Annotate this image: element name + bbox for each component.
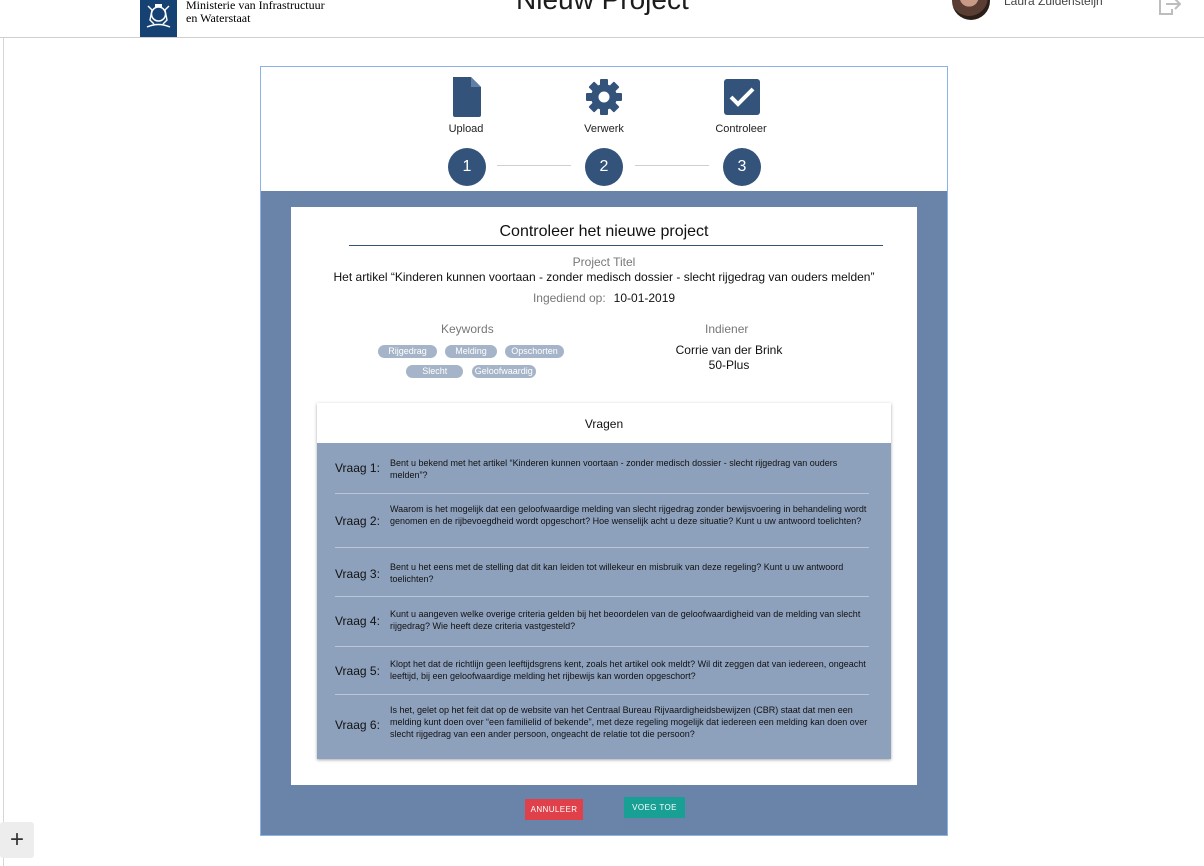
question-row[interactable]: Vraag 4: Kunt u aangeven welke overige c…	[335, 597, 869, 647]
review-title: Controleer het nieuwe project	[499, 223, 709, 240]
submitter-org: 50-Plus	[708, 358, 750, 372]
questions-header: Vragen	[317, 403, 891, 443]
review-card: Controleer het nieuwe project Project Ti…	[291, 207, 917, 785]
user-name: Laura Zuidensteijn	[1004, 0, 1103, 8]
step-circle-1[interactable]: 1	[448, 148, 486, 186]
app-header: Ministerie van Infrastructuur en Waterst…	[0, 0, 1204, 38]
question-text: Kunt u aangeven welke overige criteria g…	[390, 609, 861, 631]
question-text: Is het, gelet op het feit dat op de webs…	[390, 705, 868, 739]
rijksoverheid-logo[interactable]	[140, 0, 177, 37]
question-number: Vraag 4:	[335, 614, 380, 628]
keyword-chip[interactable]: Geloofwaardig	[471, 365, 536, 378]
ministry-line-2: en Waterstaat	[186, 11, 251, 25]
wizard-stepper: Upload 1 Verwerk 2 Controleer 3	[261, 67, 947, 191]
keyword-chip[interactable]: Slecht	[406, 365, 464, 378]
question-text: Bent u het eens met de stelling dat dit …	[390, 562, 844, 584]
submitter-info: Corrie van der Brink 50-Plus	[661, 343, 797, 373]
add-fab-button[interactable]: +	[0, 822, 34, 858]
question-number: Vraag 5:	[335, 664, 380, 678]
submitted-label: Ingediend op:	[532, 291, 606, 305]
keyword-chip[interactable]: Rijgedrag	[378, 345, 437, 358]
step-connector	[635, 165, 709, 166]
step-connector	[497, 165, 571, 166]
question-number: Vraag 2:	[335, 514, 380, 528]
title-divider	[349, 245, 883, 246]
project-title-value: Het artikel “Kinderen kunnen voortaan - …	[333, 270, 875, 284]
step-label-controleer: Controleer	[715, 123, 767, 135]
submitter-name: Corrie van der Brink	[675, 343, 783, 357]
question-number: Vraag 1:	[335, 461, 380, 475]
step-circle-2[interactable]: 2	[585, 148, 623, 186]
submitted-date: 10-01-2019	[613, 291, 676, 305]
submitter-label: Indiener	[705, 322, 749, 336]
coat-of-arms-icon	[146, 4, 171, 28]
question-row[interactable]: Vraag 6: Is het, gelet op het feit dat o…	[335, 695, 869, 759]
checkbox-icon	[724, 79, 760, 115]
user-avatar[interactable]	[952, 0, 990, 20]
question-text: Klopt het dat de richtlijn geen leeftijd…	[390, 659, 866, 681]
logout-icon[interactable]	[1158, 0, 1184, 16]
questions-panel: Vragen Vraag 1: Bent u bekend met het ar…	[317, 403, 891, 759]
question-row[interactable]: Vraag 5: Klopt het dat de richtlijn geen…	[335, 647, 869, 695]
new-project-wizard: Upload 1 Verwerk 2 Controleer 3 Controle…	[260, 66, 948, 836]
gear-icon	[586, 79, 622, 115]
project-title-label: Project Titel	[572, 255, 636, 269]
question-number: Vraag 6:	[335, 718, 380, 732]
wizard-content: Controleer het nieuwe project Project Ti…	[261, 191, 947, 835]
step-label-upload: Upload	[448, 123, 484, 135]
ministry-name: Ministerie van Infrastructuur en Waterst…	[186, 0, 325, 25]
step-label-verwerk: Verwerk	[584, 123, 624, 135]
question-number: Vraag 3:	[335, 567, 380, 581]
cancel-button[interactable]: ANNULEER	[525, 799, 583, 820]
question-row[interactable]: Vraag 1: Bent u bekend met het artikel “…	[335, 443, 869, 494]
file-icon	[453, 77, 481, 117]
question-text: Waarom is het mogelijk dat een geloofwaa…	[390, 504, 867, 526]
page-title: Nieuw Project	[516, 0, 689, 16]
step-circle-3[interactable]: 3	[723, 148, 761, 186]
question-text: Bent u bekend met het artikel “Kinderen …	[390, 458, 838, 480]
keyword-chip[interactable]: Melding	[445, 345, 497, 358]
submitted-row: Ingediend op: 10-01-2019	[291, 291, 917, 305]
keyword-chip[interactable]: Opschorten	[505, 345, 564, 358]
question-row[interactable]: Vraag 2: Waarom is het mogelijk dat een …	[335, 494, 869, 548]
keywords-list: Rijgedrag Melding Opschorten Slecht Gelo…	[371, 345, 571, 385]
add-button[interactable]: VOEG TOE	[624, 797, 685, 818]
keywords-label: Keywords	[441, 322, 494, 336]
question-row[interactable]: Vraag 3: Bent u het eens met de stelling…	[335, 548, 869, 597]
